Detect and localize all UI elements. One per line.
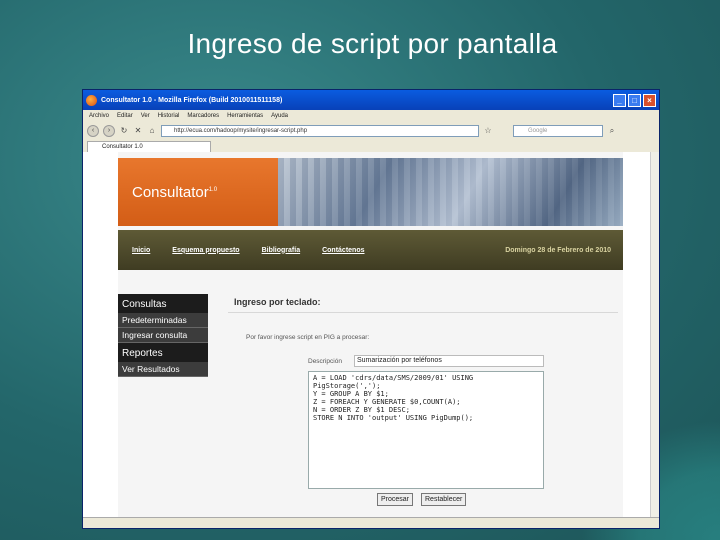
status-bar — [83, 517, 659, 528]
menu-editar[interactable]: Editar — [117, 113, 133, 119]
sidebar-item-predeterminadas[interactable]: Predeterminadas — [118, 313, 208, 328]
brand-name: Consultator1.0 — [132, 184, 218, 201]
sidebar-item-ver-resultados[interactable]: Ver Resultados — [118, 362, 208, 377]
sidebar-heading-consultas: Consultas — [118, 294, 208, 313]
main-nav: Inicio Esquema propuesto Bibliografía Co… — [118, 230, 623, 270]
url-bar[interactable]: http://ecua.com/hadoop/mysite/ingresar-s… — [161, 125, 479, 137]
menu-ver[interactable]: Ver — [141, 113, 150, 119]
bookmark-star-icon[interactable]: ☆ — [483, 126, 493, 136]
brand-version: 1.0 — [208, 187, 218, 193]
close-icon[interactable]: × — [643, 93, 656, 107]
maximize-icon[interactable]: □ — [628, 93, 641, 107]
sidebar-item-ingresar-consulta[interactable]: Ingresar consulta — [118, 328, 208, 343]
page-viewport: Consultator1.0 Inicio Esquema propuesto … — [83, 152, 651, 518]
tab-bar: Consultator 1.0 — [83, 140, 659, 152]
menu-marcadores[interactable]: Marcadores — [187, 113, 219, 119]
reload-icon[interactable]: ↻ — [119, 126, 129, 136]
window-title: Consultator 1.0 - Mozilla Firefox (Build… — [101, 96, 283, 104]
nav-esquema[interactable]: Esquema propuesto — [172, 247, 239, 254]
search-input[interactable]: Google — [513, 125, 603, 137]
nav-inicio[interactable]: Inicio — [132, 247, 150, 254]
nav-contactenos[interactable]: Contáctenos — [322, 247, 364, 254]
description-label: Descripción — [308, 358, 342, 365]
header-banner-image — [278, 158, 623, 226]
search-icon[interactable]: ⌕ — [607, 126, 617, 136]
slide-title: Ingreso de script por pantalla — [187, 28, 558, 59]
home-icon[interactable]: ⌂ — [147, 126, 157, 136]
sidebar-heading-reportes: Reportes — [118, 343, 208, 362]
menu-historial[interactable]: Historial — [158, 113, 180, 119]
nav-bibliografia[interactable]: Bibliografía — [262, 247, 301, 254]
browser-window: Consultator 1.0 - Mozilla Firefox (Build… — [82, 89, 660, 529]
menu-herramientas[interactable]: Herramientas — [227, 113, 263, 119]
site-header: Consultator1.0 — [118, 158, 623, 226]
content-title: Ingreso por teclado: — [234, 297, 321, 307]
window-titlebar: Consultator 1.0 - Mozilla Firefox (Build… — [83, 90, 659, 110]
firefox-icon — [86, 94, 97, 106]
procesar-button[interactable]: Procesar — [377, 493, 414, 506]
description-input[interactable]: Sumarización por teléfonos — [354, 355, 544, 367]
vertical-scrollbar[interactable] — [650, 152, 659, 518]
current-date: Domingo 28 de Febrero de 2010 — [505, 246, 611, 254]
menu-ayuda[interactable]: Ayuda — [271, 113, 288, 119]
script-textarea[interactable]: A = LOAD 'cdrs/data/SMS/2009/01' USING P… — [308, 371, 544, 489]
tab-consultator[interactable]: Consultator 1.0 — [87, 140, 211, 152]
minimize-icon[interactable]: _ — [613, 93, 626, 107]
restablecer-button[interactable]: Restablecer — [421, 493, 467, 506]
script-prompt: Por favor ingrese script en PIG a proces… — [246, 334, 370, 341]
navigation-toolbar: ‹ › ↻ ✕ ⌂ http://ecua.com/hadoop/mysite/… — [83, 122, 659, 140]
stop-icon[interactable]: ✕ — [133, 126, 143, 136]
content-divider — [228, 312, 618, 313]
site-logo: Consultator1.0 — [118, 158, 278, 226]
menu-archivo[interactable]: Archivo — [89, 113, 109, 119]
sidebar: Consultas Predeterminadas Ingresar consu… — [118, 294, 208, 377]
forward-icon[interactable]: › — [103, 125, 115, 137]
menu-bar: Archivo Editar Ver Historial Marcadores … — [83, 110, 659, 122]
back-icon[interactable]: ‹ — [87, 125, 99, 137]
web-page: Consultator1.0 Inicio Esquema propuesto … — [118, 152, 623, 518]
